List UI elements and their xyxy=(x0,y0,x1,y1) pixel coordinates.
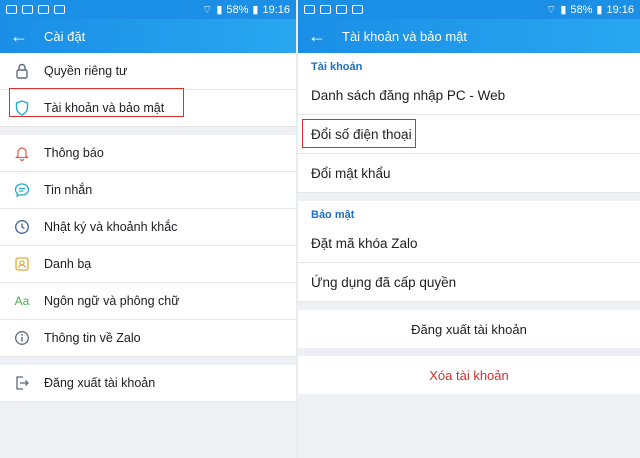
page-title: Cài đặt xyxy=(44,28,86,44)
settings-item-label: Quyền riêng tư xyxy=(44,64,128,78)
battery-text: 58% xyxy=(570,3,593,16)
clock-icon xyxy=(0,219,44,235)
settings-item-label: Tin nhắn xyxy=(44,183,93,197)
chat-notification-icon xyxy=(38,5,49,14)
lock-icon xyxy=(0,63,44,79)
gallery-icon xyxy=(304,5,315,14)
delete-account-button[interactable]: Xóa tài khoản xyxy=(298,356,640,394)
section-header-security: Bảo mật xyxy=(298,201,640,224)
back-arrow-icon[interactable]: ← xyxy=(308,27,336,45)
highlight-box xyxy=(9,88,184,117)
settings-item-contacts[interactable]: Danh bạ xyxy=(0,246,296,283)
section-header-account: Tài khoản xyxy=(298,53,640,76)
settings-item-privacy[interactable]: Quyền riêng tư xyxy=(0,53,296,90)
chat-icon xyxy=(0,182,44,198)
zalo-lock-item[interactable]: Đặt mã khóa Zalo xyxy=(298,224,640,263)
status-bar: ⌔ ▮ 58% ▮ 19:16 xyxy=(298,0,640,19)
chat-notification-icon xyxy=(336,5,347,14)
pc-web-logins-item[interactable]: Danh sách đăng nhập PC - Web xyxy=(298,76,640,115)
logout-icon xyxy=(0,375,44,391)
account-security-screen: ⌔ ▮ 58% ▮ 19:16 ← Tài khoản và bảo mật Tài k… xyxy=(298,0,640,458)
settings-item-label: Danh bạ xyxy=(44,257,92,271)
app-bar: ← Tài khoản và bảo mật xyxy=(298,19,640,53)
battery-icon: ▮ xyxy=(252,4,259,16)
highlight-box xyxy=(302,119,416,148)
zalo-notification-icon xyxy=(352,5,363,14)
settings-item-timeline[interactable]: Nhật ký và khoảnh khắc xyxy=(0,209,296,246)
change-password-item[interactable]: Đổi mật khẩu xyxy=(298,154,640,193)
mail-icon xyxy=(320,5,331,14)
settings-screen: ⌔ ▮ 58% ▮ 19:16 ← Cài đặt Quyền riêng tư Tài… xyxy=(0,0,296,458)
authorized-apps-item[interactable]: Ứng dụng đã cấp quyền xyxy=(298,263,640,302)
settings-item-label: Ngôn ngữ và phông chữ xyxy=(44,294,180,308)
settings-item-about[interactable]: Thông tin về Zalo xyxy=(0,320,296,357)
settings-item-label: Nhật ký và khoảnh khắc xyxy=(44,220,178,234)
zalo-notification-icon xyxy=(54,5,65,14)
status-bar: ⌔ ▮ 58% ▮ 19:16 xyxy=(0,0,296,19)
font-icon: Aa xyxy=(14,294,30,308)
app-bar: ← Cài đặt xyxy=(0,19,296,53)
wifi-icon: ⌔ xyxy=(545,3,557,16)
settings-item-label: Thông báo xyxy=(44,146,104,160)
settings-item-logout[interactable]: Đăng xuất tài khoản xyxy=(0,365,296,402)
info-icon xyxy=(0,330,44,346)
settings-item-account-security[interactable]: Tài khoản và bảo mật xyxy=(0,88,296,127)
settings-item-language-font[interactable]: Aa Ngôn ngữ và phông chữ xyxy=(0,283,296,320)
logout-button[interactable]: Đăng xuất tài khoản xyxy=(298,310,640,348)
settings-item-notifications[interactable]: Thông báo xyxy=(0,135,296,172)
change-phone-item[interactable]: Đổi số điện thoại xyxy=(298,115,640,154)
back-arrow-icon[interactable]: ← xyxy=(10,27,38,45)
battery-icon: ▮ xyxy=(596,4,603,16)
signal-icon: ▮ xyxy=(216,4,223,16)
bell-icon xyxy=(0,145,44,161)
clock-text: 19:16 xyxy=(262,3,290,16)
signal-icon: ▮ xyxy=(560,4,567,16)
wifi-icon: ⌔ xyxy=(201,3,213,16)
settings-item-label: Thông tin về Zalo xyxy=(44,331,141,345)
clock-text: 19:16 xyxy=(606,3,634,16)
settings-item-messages[interactable]: Tin nhắn xyxy=(0,172,296,209)
gallery-icon xyxy=(6,5,17,14)
settings-item-label: Đăng xuất tài khoản xyxy=(44,376,156,390)
battery-text: 58% xyxy=(226,3,249,16)
page-title: Tài khoản và bảo mật xyxy=(342,28,468,44)
mail-icon xyxy=(22,5,33,14)
contacts-icon xyxy=(0,256,44,272)
